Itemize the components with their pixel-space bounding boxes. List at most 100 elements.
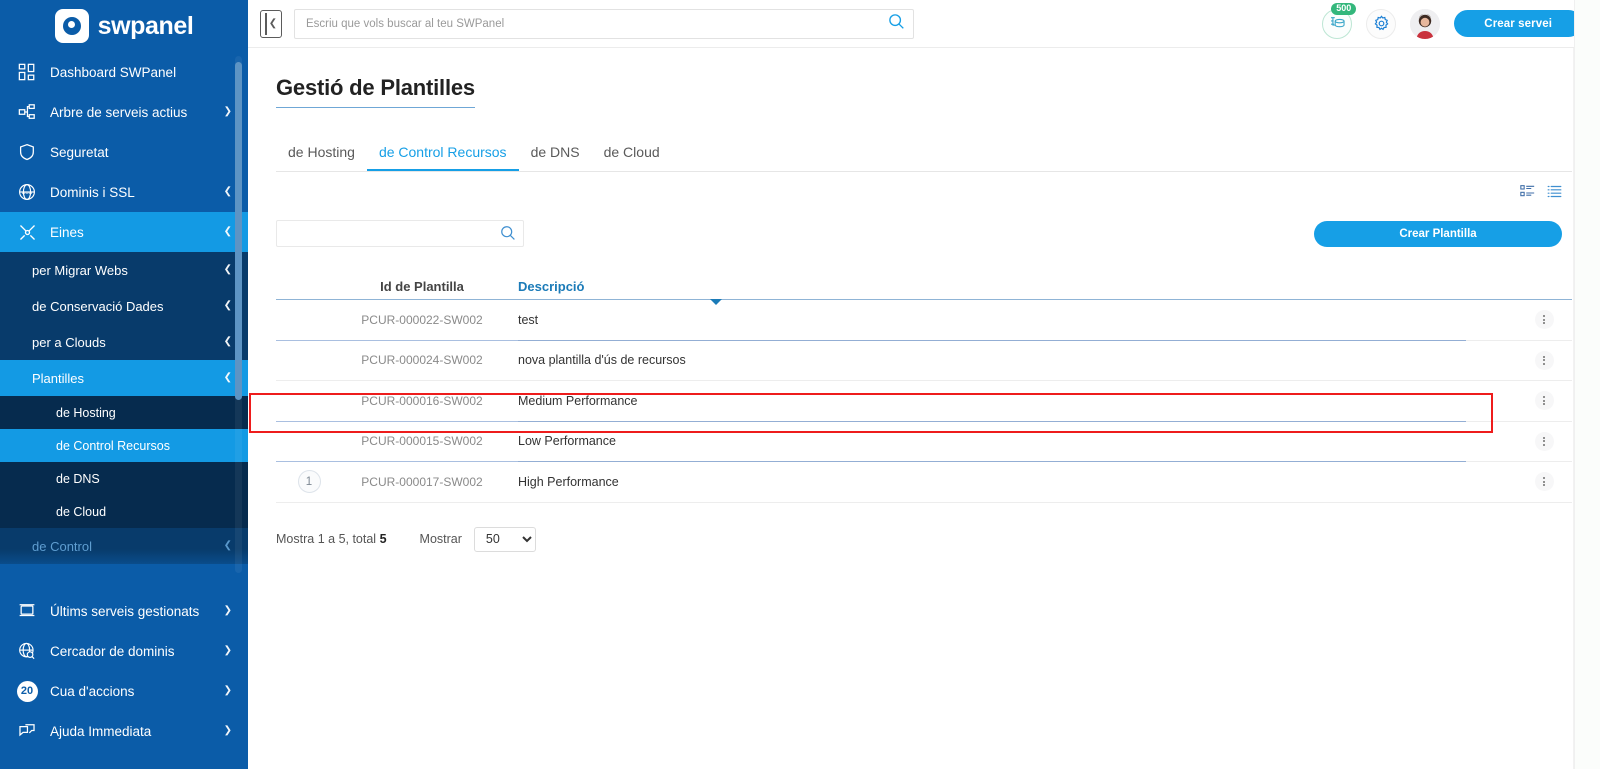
sidebar-item-ultims-serveis[interactable]: Últims serveis gestionats ❯ [0, 591, 248, 631]
topbar-actions: 500 Crear servei [1322, 2, 1582, 39]
credits-count-badge: 500 [1331, 2, 1357, 15]
row-separator [276, 501, 1572, 503]
tab-de-dns[interactable]: de DNS [519, 136, 592, 171]
topbar: ❮ 500 [248, 0, 1600, 48]
chevron-down-icon: ❮ [223, 540, 232, 551]
page-title: Gestió de Plantilles [276, 75, 475, 108]
sidebar-item-eines[interactable]: Eines ❮ [0, 212, 248, 252]
table-search [276, 220, 524, 247]
brand-name: swpanel [97, 11, 194, 40]
sidebar-bottom-nav: Últims serveis gestionats ❯ Cercador de … [0, 583, 248, 769]
table-footer: Mostra 1 a 5, total 5 Mostrar 10 25 50 1… [276, 526, 1572, 552]
kebab-menu-icon[interactable] [1534, 391, 1554, 411]
sidebar-item-label: de Control [32, 538, 92, 554]
main-area: ❮ 500 [248, 0, 1600, 769]
row-number-badge: 1 [297, 470, 321, 494]
chevron-down-icon: ❮ [223, 300, 232, 311]
chevron-right-icon: ❯ [223, 106, 232, 117]
sidebar-item-cua-accions[interactable]: 20 Cua d'accions ❯ [0, 671, 248, 711]
kebab-menu-icon[interactable] [1534, 472, 1554, 492]
templates-table: Id de Plantilla Descripció PCUR-000022-S… [276, 273, 1572, 503]
cell-descripcio: Medium Performance [518, 393, 638, 408]
sidebar-item-plantilles[interactable]: Plantilles ❮ [0, 360, 248, 396]
tab-de-control-recursos[interactable]: de Control Recursos [366, 136, 519, 171]
grid-view-icon[interactable] [1520, 184, 1535, 204]
sidebar-item-label: de DNS [56, 471, 100, 486]
per-page-label: Mostrar [419, 532, 462, 546]
sidebar-nav: Dashboard SWPanel Arbre de serveis actiu… [0, 52, 248, 583]
table-row[interactable]: PCUR-000022-SW002 test [276, 300, 1572, 340]
sidebar-item-per-migrar-webs[interactable]: per Migrar Webs ❮ [0, 252, 248, 288]
sidebar-item-dominis-ssl[interactable]: www Dominis i SSL ❮ [0, 172, 248, 212]
globe-www-icon: www [14, 183, 40, 201]
filter-row: Crear Plantilla [276, 220, 1572, 247]
chevron-down-icon: ❮ [223, 264, 232, 275]
sidebar-item-label: Dominis i SSL [50, 184, 135, 200]
sidebar-item-dashboard[interactable]: Dashboard SWPanel [0, 52, 248, 92]
cell-id: PCUR-000016-SW002 [361, 393, 483, 408]
sidebar-collapse-icon[interactable]: ❮ [260, 9, 282, 38]
sidebar-item-label: de Control Recursos [56, 438, 170, 453]
sidebar-scrollbar-thumb[interactable] [235, 62, 242, 400]
cell-actions [1516, 310, 1572, 330]
kebab-menu-icon[interactable] [1534, 310, 1554, 330]
col-header-descripcio[interactable]: Descripció [502, 279, 1516, 299]
sidebar-item-plantilles-hosting[interactable]: de Hosting [0, 396, 248, 429]
table-row[interactable]: PCUR-000016-SW002 Medium Performance [276, 381, 1572, 421]
table-row[interactable]: PCUR-000015-SW002 Low Performance [276, 422, 1572, 462]
kebab-menu-icon[interactable] [1534, 350, 1554, 370]
chevron-right-icon: ❯ [223, 645, 232, 656]
search-icon[interactable] [500, 225, 516, 246]
shield-icon [14, 143, 40, 161]
sidebar-item-seguretat[interactable]: Seguretat [0, 132, 248, 172]
swpanel-logo-icon [54, 9, 89, 43]
cell-actions [1516, 472, 1572, 492]
svg-text:www: www [22, 191, 33, 196]
table-row[interactable]: PCUR-000024-SW002 nova plantilla d'ús de… [276, 341, 1572, 381]
sidebar-item-cercador-dominis[interactable]: Cercador de dominis ❯ [0, 631, 248, 671]
sidebar-item-label: de Conservació Dades [32, 298, 164, 314]
sidebar-item-label: per a Clouds [32, 334, 106, 350]
pagination-summary: Mostra 1 a 5, total 5 [276, 532, 387, 546]
create-service-button[interactable]: Crear servei [1454, 10, 1582, 37]
per-page-select[interactable]: 10 25 50 100 [473, 526, 536, 552]
create-template-button[interactable]: Crear Plantilla [1314, 220, 1562, 247]
sidebar-item-plantilles-cloud[interactable]: de Cloud [0, 495, 248, 528]
table-row[interactable]: 1 PCUR-000017-SW002 High Performance [276, 462, 1572, 502]
chevron-right-icon: ❯ [223, 605, 232, 616]
badge-count-icon: 20 [14, 680, 40, 702]
sidebar-item-arbre-serveis[interactable]: Arbre de serveis actius ❯ [0, 92, 248, 132]
list-view-icon[interactable] [1547, 184, 1562, 204]
page-tabs: de Hosting de Control Recursos de DNS de… [276, 136, 1572, 172]
sidebar-item-label: Seguretat [50, 144, 109, 160]
col-header-id[interactable]: Id de Plantilla [342, 279, 502, 299]
kebab-menu-icon[interactable] [1534, 431, 1554, 451]
tab-de-cloud[interactable]: de Cloud [592, 136, 672, 171]
chat-help-icon [14, 722, 40, 740]
sidebar-item-label: per Migrar Webs [32, 262, 128, 278]
sidebar-item-conservacio-dades[interactable]: de Conservació Dades ❮ [0, 288, 248, 324]
cell-actions [1516, 391, 1572, 411]
sidebar-item-per-a-clouds[interactable]: per a Clouds ❮ [0, 324, 248, 360]
right-edge-strip [1574, 0, 1600, 769]
settings-button[interactable] [1366, 8, 1397, 39]
brand-logo[interactable]: swpanel [0, 0, 248, 52]
cell-descripcio: nova plantilla d'ús de recursos [518, 353, 686, 368]
sidebar-item-plantilles-dns[interactable]: de DNS [0, 462, 248, 495]
global-search [294, 8, 914, 39]
chevron-down-icon: ❮ [223, 186, 232, 197]
total-count: 5 [379, 532, 387, 546]
sidebar-item-plantilles-control-recursos[interactable]: de Control Recursos [0, 429, 248, 462]
cell-id: PCUR-000015-SW002 [361, 434, 483, 449]
sidebar-item-ajuda-immediata[interactable]: Ajuda Immediata ❯ [0, 711, 248, 751]
sidebar-item-label: Cua d'accions [50, 683, 135, 699]
app-root: swpanel Dashboard SWPanel Arbre de serve… [0, 0, 1600, 769]
sidebar-item-de-control[interactable]: de Control ❮ [0, 528, 248, 564]
cell-actions [1516, 431, 1572, 451]
avatar[interactable] [1410, 8, 1441, 39]
tools-icon [14, 223, 40, 242]
search-input[interactable] [294, 8, 914, 39]
table-search-input[interactable] [276, 220, 524, 247]
tab-de-hosting[interactable]: de Hosting [276, 136, 367, 171]
credits-button[interactable]: 500 [1322, 2, 1357, 39]
